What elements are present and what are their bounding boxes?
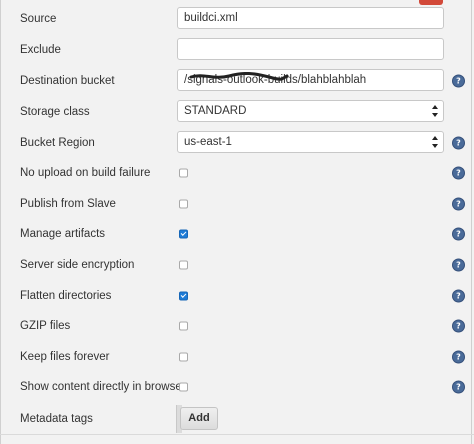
keep-files-forever-help-icon[interactable]: ? [452, 350, 465, 363]
keep-files-forever-checkbox[interactable] [179, 352, 188, 361]
storage-class-label: Storage class [20, 105, 90, 118]
row-bucket-region: Bucket Region us-east-1 ? [0, 127, 474, 158]
manage-artifacts-label: Manage artifacts [20, 227, 106, 240]
gzip-files-help-icon[interactable]: ? [452, 319, 465, 332]
row-server-side-encryption: Server side encryption ? [0, 249, 474, 280]
metadata-tags-label: Metadata tags [20, 412, 93, 425]
row-no-upload-on-failure: No upload on build failure ? [0, 157, 474, 188]
destination-bucket-wrap [177, 69, 444, 91]
server-side-encryption-checkbox[interactable] [179, 260, 188, 269]
row-publish-from-slave: Publish from Slave ? [0, 188, 474, 219]
bucket-region-label: Bucket Region [20, 136, 95, 149]
flatten-directories-checkbox[interactable] [179, 291, 188, 300]
row-flatten-directories: Flatten directories ? [0, 280, 474, 311]
server-side-encryption-label: Server side encryption [20, 258, 135, 271]
storage-class-select[interactable]: STANDARD [177, 100, 444, 122]
manage-artifacts-checkbox[interactable] [179, 229, 188, 238]
row-exclude: Exclude [0, 34, 474, 65]
flatten-directories-help-icon[interactable]: ? [452, 289, 465, 302]
gzip-files-checkbox[interactable] [179, 321, 188, 330]
divider [0, 434, 474, 435]
source-label: Source [20, 12, 57, 25]
row-destination-bucket: Destination bucket ? [0, 65, 474, 96]
select-arrows-icon [432, 136, 438, 148]
row-show-content-in-browser: Show content directly in browser ? [0, 371, 474, 402]
publish-from-slave-help-icon[interactable]: ? [452, 197, 465, 210]
show-content-in-browser-help-icon[interactable]: ? [452, 380, 465, 393]
add-metadata-tag-button[interactable]: Add [180, 407, 218, 430]
destination-bucket-input[interactable] [177, 69, 444, 91]
row-keep-files-forever: Keep files forever ? [0, 341, 474, 372]
no-upload-on-failure-checkbox[interactable] [179, 168, 188, 177]
exclude-input[interactable] [177, 38, 444, 60]
row-source: Source [0, 3, 474, 34]
exclude-label: Exclude [20, 43, 61, 56]
publish-from-slave-label: Publish from Slave [20, 197, 116, 210]
bucket-region-help-icon[interactable]: ? [452, 136, 465, 149]
row-storage-class: Storage class STANDARD [0, 96, 474, 127]
row-manage-artifacts: Manage artifacts ? [0, 218, 474, 249]
destination-bucket-help-icon[interactable]: ? [452, 74, 465, 87]
show-content-in-browser-checkbox[interactable] [179, 382, 188, 391]
select-arrows-icon [432, 105, 438, 117]
flatten-directories-label: Flatten directories [20, 289, 112, 302]
no-upload-on-failure-help-icon[interactable]: ? [452, 166, 465, 179]
keep-files-forever-label: Keep files forever [20, 350, 110, 363]
row-metadata-tags: Metadata tags Add [0, 403, 474, 434]
destination-bucket-label: Destination bucket [20, 74, 115, 87]
no-upload-on-failure-label: No upload on build failure [20, 166, 151, 179]
bucket-region-select[interactable]: us-east-1 [177, 131, 444, 153]
gzip-files-label: GZIP files [20, 319, 71, 332]
manage-artifacts-help-icon[interactable]: ? [452, 227, 465, 240]
show-content-in-browser-label: Show content directly in browser [20, 380, 186, 393]
server-side-encryption-help-icon[interactable]: ? [452, 258, 465, 271]
storage-class-value: STANDARD [184, 105, 247, 117]
source-input[interactable] [177, 7, 444, 29]
row-gzip-files: GZIP files ? [0, 310, 474, 341]
bucket-region-value: us-east-1 [184, 136, 232, 148]
publish-from-slave-checkbox[interactable] [179, 199, 188, 208]
